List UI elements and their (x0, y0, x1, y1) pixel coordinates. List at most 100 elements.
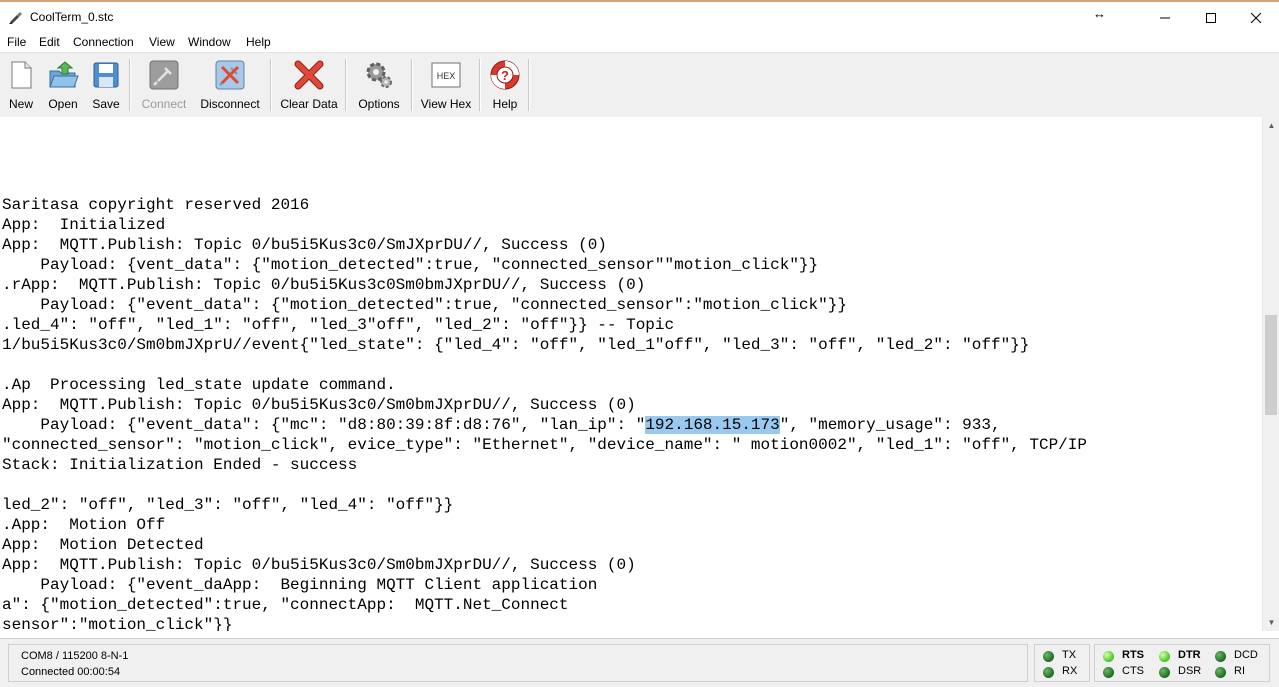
help-lifebuoy-icon: ? (490, 60, 520, 90)
dcd-led-icon (1215, 651, 1226, 662)
scroll-down-arrow-icon[interactable]: ▼ (1263, 614, 1279, 631)
terminal-output[interactable]: Saritasa copyright reserved 2016 App: In… (0, 117, 1262, 631)
terminal-line: led_2": "off", "led_3": "off", "led_4": … (2, 496, 454, 514)
terminal-line: .led_4": "off", "led_1": "off", "led_3"o… (2, 316, 675, 334)
resize-cursor-icon: ↔ (1093, 6, 1106, 21)
dcd-label: DCD (1234, 649, 1258, 661)
terminal-line: .App: Motion Off (2, 516, 166, 534)
terminal-line: Payload: {"event_daApp: Beginning MQTT C… (2, 576, 598, 594)
terminal-line-with-selection: Payload: {"event_data": {"mc": "d8:80:39… (2, 415, 1001, 435)
toolbar-separator (270, 59, 272, 111)
open-label: Open (48, 97, 78, 111)
close-icon (1250, 12, 1262, 24)
help-button[interactable]: ? Help (488, 57, 522, 113)
menu-bar: File Edit Connection View Window Help (0, 32, 1279, 52)
ri-label: RI (1234, 665, 1245, 677)
rx-led-icon (1043, 667, 1054, 678)
disconnect-label: Disconnect (200, 97, 260, 111)
terminal-line: Stack: Initialization Ended - success (2, 456, 358, 474)
dsr-label: DSR (1178, 665, 1202, 677)
coolterm-app-icon (9, 12, 22, 24)
dtr-label: DTR (1178, 649, 1201, 661)
scroll-up-arrow-icon[interactable]: ▲ (1263, 117, 1279, 134)
terminal-line: Payload: {vent_data": {"motion_detected"… (2, 256, 819, 274)
terminal-line-prefix: Payload: {"event_data": {"mc": "d8:80:39… (2, 416, 646, 434)
dtr-led-icon[interactable] (1159, 651, 1170, 662)
tx-label: TX (1062, 649, 1077, 661)
open-button[interactable]: Open (46, 57, 80, 113)
terminal-line: App: Initialized (2, 216, 166, 234)
open-folder-icon (49, 61, 79, 88)
toolbar-separator (528, 59, 530, 111)
terminal-line: .Ap Processing led_state update command. (2, 376, 396, 394)
help-label: Help (492, 97, 518, 111)
toolbar: New Open Save Connect Disconnect Clear D… (0, 52, 1279, 118)
selected-ip-text[interactable]: 192.168.15.173 (645, 416, 780, 434)
disconnect-button[interactable]: Disconnect (198, 57, 262, 113)
vertical-scrollbar[interactable]: ▲ ▼ (1262, 117, 1279, 631)
menu-file[interactable]: File (7, 35, 26, 49)
clear-data-button[interactable]: Clear Data (280, 57, 338, 113)
menu-help[interactable]: Help (246, 35, 271, 49)
connect-label: Connect (141, 97, 187, 111)
menu-connection[interactable]: Connection (73, 35, 134, 49)
terminal-line: a": {"motion_detected":true, "connectApp… (2, 596, 569, 614)
disconnect-plug-icon (215, 60, 245, 90)
ri-led-icon (1215, 667, 1226, 678)
close-button[interactable] (1233, 4, 1279, 32)
scrollbar-thumb[interactable] (1265, 315, 1277, 415)
dsr-led-icon (1159, 667, 1170, 678)
menu-edit[interactable]: Edit (39, 35, 60, 49)
menu-window[interactable]: Window (188, 35, 231, 49)
terminal-line: App: MQTT.Publish: Topic 0/bu5i5Kus3c0/S… (2, 556, 636, 574)
maximize-icon (1206, 13, 1216, 23)
toolbar-separator (411, 59, 413, 111)
toolbar-separator (345, 59, 347, 111)
save-label: Save (92, 97, 120, 111)
new-label: New (8, 97, 33, 111)
port-settings-text: COM8 / 115200 8-N-1 (21, 650, 129, 662)
save-disk-icon (93, 62, 119, 88)
terminal-line: 1/bu5i5Kus3c0/Sm0bmJXprU//event{"led_sta… (2, 336, 1030, 354)
minimize-button[interactable] (1142, 4, 1188, 32)
terminal-line: App: Motion Detected (2, 536, 204, 554)
terminal-line: App: MQTT.Publish: Topic 0/bu5i5Kus3c0/S… (2, 396, 636, 414)
terminal-line: Saritasa copyright reserved 2016 (2, 196, 310, 214)
terminal-line: "connected_sensor": "motion_click", evic… (2, 436, 1087, 454)
hex-icon: HEX (431, 62, 461, 88)
new-document-icon (11, 61, 32, 89)
tx-rx-led-panel: TX RX (1034, 644, 1090, 682)
rx-label: RX (1062, 665, 1078, 677)
tx-led-icon (1043, 651, 1054, 662)
connect-plug-icon (149, 60, 179, 90)
status-bar: COM8 / 115200 8-N-1 Connected 00:00:54 T… (0, 638, 1279, 687)
view-hex-button[interactable]: HEX View Hex (420, 57, 472, 113)
connect-button[interactable]: Connect (139, 57, 189, 113)
minimize-icon (1160, 17, 1170, 19)
rts-led-icon[interactable] (1103, 651, 1114, 662)
options-label: Options (358, 97, 400, 111)
terminal-line: .rApp: MQTT.Publish: Topic 0/bu5i5Kus3c0… (2, 276, 646, 294)
menu-view[interactable]: View (149, 35, 175, 49)
terminal-line: App: MQTT.Publish: Topic 0/bu5i5Kus3c0/S… (2, 236, 607, 254)
gear-icon (366, 62, 392, 88)
terminal-line: Payload: {"event_data": {"motion_detecte… (2, 296, 847, 314)
window-title: CoolTerm_0.stc (30, 10, 114, 24)
line-status-led-panel: RTS CTS DTR DSR DCD RI (1094, 644, 1270, 682)
cts-label: CTS (1122, 665, 1144, 677)
maximize-button[interactable] (1188, 4, 1234, 32)
terminal-line: sensor":"motion_click"}} (2, 616, 233, 631)
options-button[interactable]: Options (355, 57, 403, 113)
title-bar: CoolTerm_0.stc ↔ (0, 2, 1279, 32)
clear-data-label: Clear Data (280, 97, 338, 111)
toolbar-separator (479, 59, 481, 111)
connection-info-panel: COM8 / 115200 8-N-1 Connected 00:00:54 (8, 644, 1028, 682)
terminal-line-suffix: ", "memory_usage": 933, (779, 416, 1001, 434)
view-hex-label: View Hex (420, 97, 472, 111)
clear-x-icon (294, 60, 324, 90)
rts-label: RTS (1122, 649, 1144, 661)
save-button[interactable]: Save (89, 57, 123, 113)
new-button[interactable]: New (4, 57, 38, 113)
hex-icon-text: HEX (437, 71, 456, 81)
toolbar-separator (129, 59, 131, 111)
